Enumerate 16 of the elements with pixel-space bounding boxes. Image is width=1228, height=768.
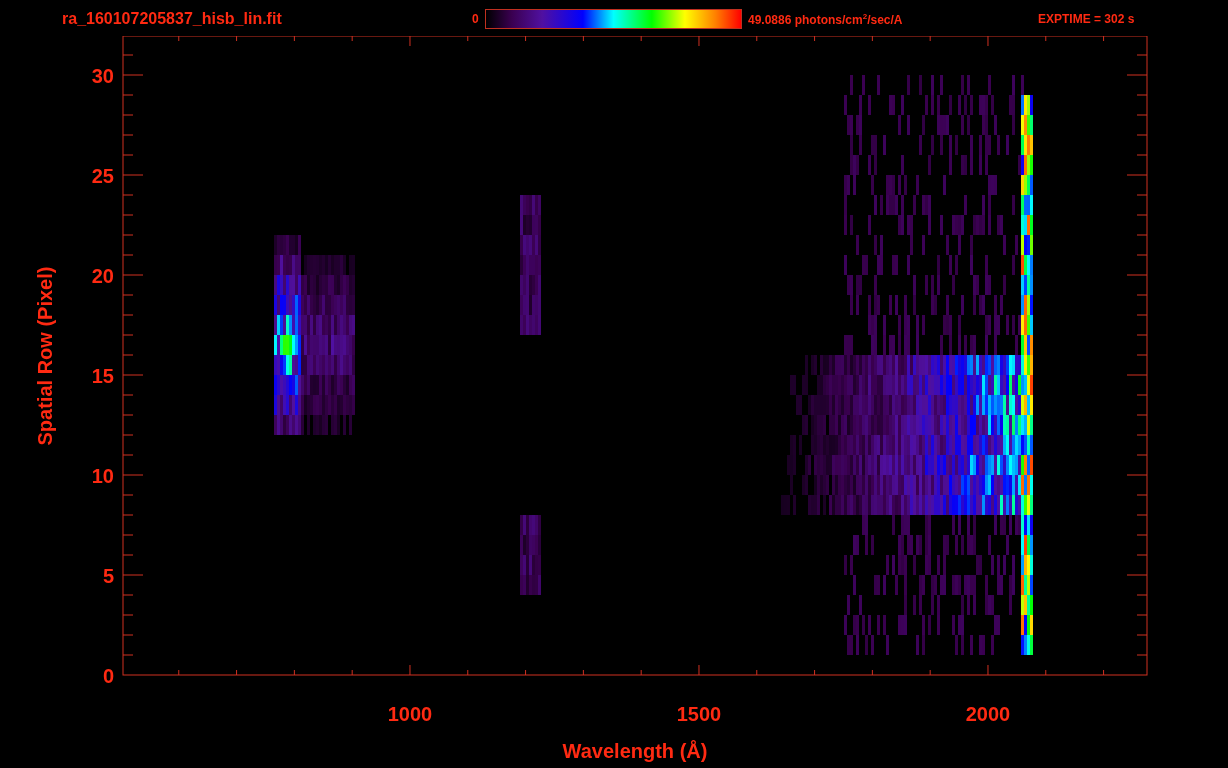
y-tick-label: 30 xyxy=(91,65,114,87)
x-axis-label: Wavelength (Å) xyxy=(562,740,708,762)
y-tick-label: 15 xyxy=(91,365,114,387)
y-tick-label: 20 xyxy=(91,265,114,287)
y-tick-label: 10 xyxy=(91,465,114,487)
x-tick-label: 1000 xyxy=(387,703,433,725)
exposure-time: EXPTIME = 302 s xyxy=(1038,12,1135,26)
colorbar-max-label: 49.0886 photons/cm$^{2}$/sec/A xyxy=(748,11,904,27)
y-tick-label: 25 xyxy=(91,165,114,187)
file-name: ra_160107205837_hisb_lin.fit xyxy=(62,10,283,28)
y-axis-label: Spatial Row (Pixel) xyxy=(34,266,56,446)
x-tick-label: 1500 xyxy=(676,703,722,725)
x-tick-label: 2000 xyxy=(965,703,1011,725)
y-tick-label: 5 xyxy=(102,565,114,587)
colorbar-min-label: 0 xyxy=(472,12,480,26)
y-tick-label: 0 xyxy=(102,665,114,687)
